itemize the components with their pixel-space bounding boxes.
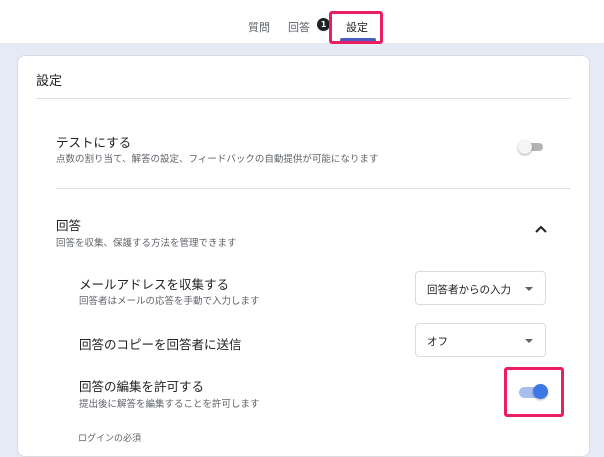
collect-email-select-value: 回答者からの入力 (427, 284, 511, 296)
quiz-title: テストにする (56, 135, 132, 150)
title-divider (36, 98, 571, 99)
chevron-up-icon[interactable] (533, 223, 549, 235)
login-required-label: ログインの必須 (78, 434, 142, 444)
dropdown-arrow-icon (525, 287, 533, 291)
collect-email-select[interactable]: 回答者からの入力 (415, 271, 546, 305)
quiz-description: 点数の割り当て、解答の設定、フィードバックの自動提供が可能になります (56, 154, 379, 165)
tab-responses[interactable]: 回答 (288, 19, 310, 35)
collect-email-title: メールアドレスを収集する (79, 277, 230, 292)
quiz-toggle-knob[interactable] (518, 140, 532, 154)
tab-questions[interactable]: 質問 (248, 19, 270, 35)
top-tab-bar: 質問 回答 1 設定 (0, 0, 604, 44)
responses-section-title: 回答 (56, 218, 82, 233)
quiz-divider (56, 188, 571, 189)
responses-section-description: 回答を収集、保護する方法を管理できます (56, 238, 237, 249)
send-copy-select[interactable]: オフ (415, 323, 546, 357)
dropdown-arrow-icon (525, 339, 533, 343)
send-copy-title: 回答のコピーを回答者に送信 (79, 337, 242, 352)
allow-edit-toggle-highlight (504, 367, 564, 417)
card-title: 設定 (36, 74, 63, 89)
collect-email-description: 回答者はメールの応答を手動で入力します (79, 296, 260, 307)
allow-edit-description: 提出後に解答を編集することを許可します (79, 399, 260, 410)
settings-tab-highlight (329, 11, 383, 44)
send-copy-select-value: オフ (427, 336, 448, 348)
allow-edit-title: 回答の編集を許可する (79, 379, 205, 394)
